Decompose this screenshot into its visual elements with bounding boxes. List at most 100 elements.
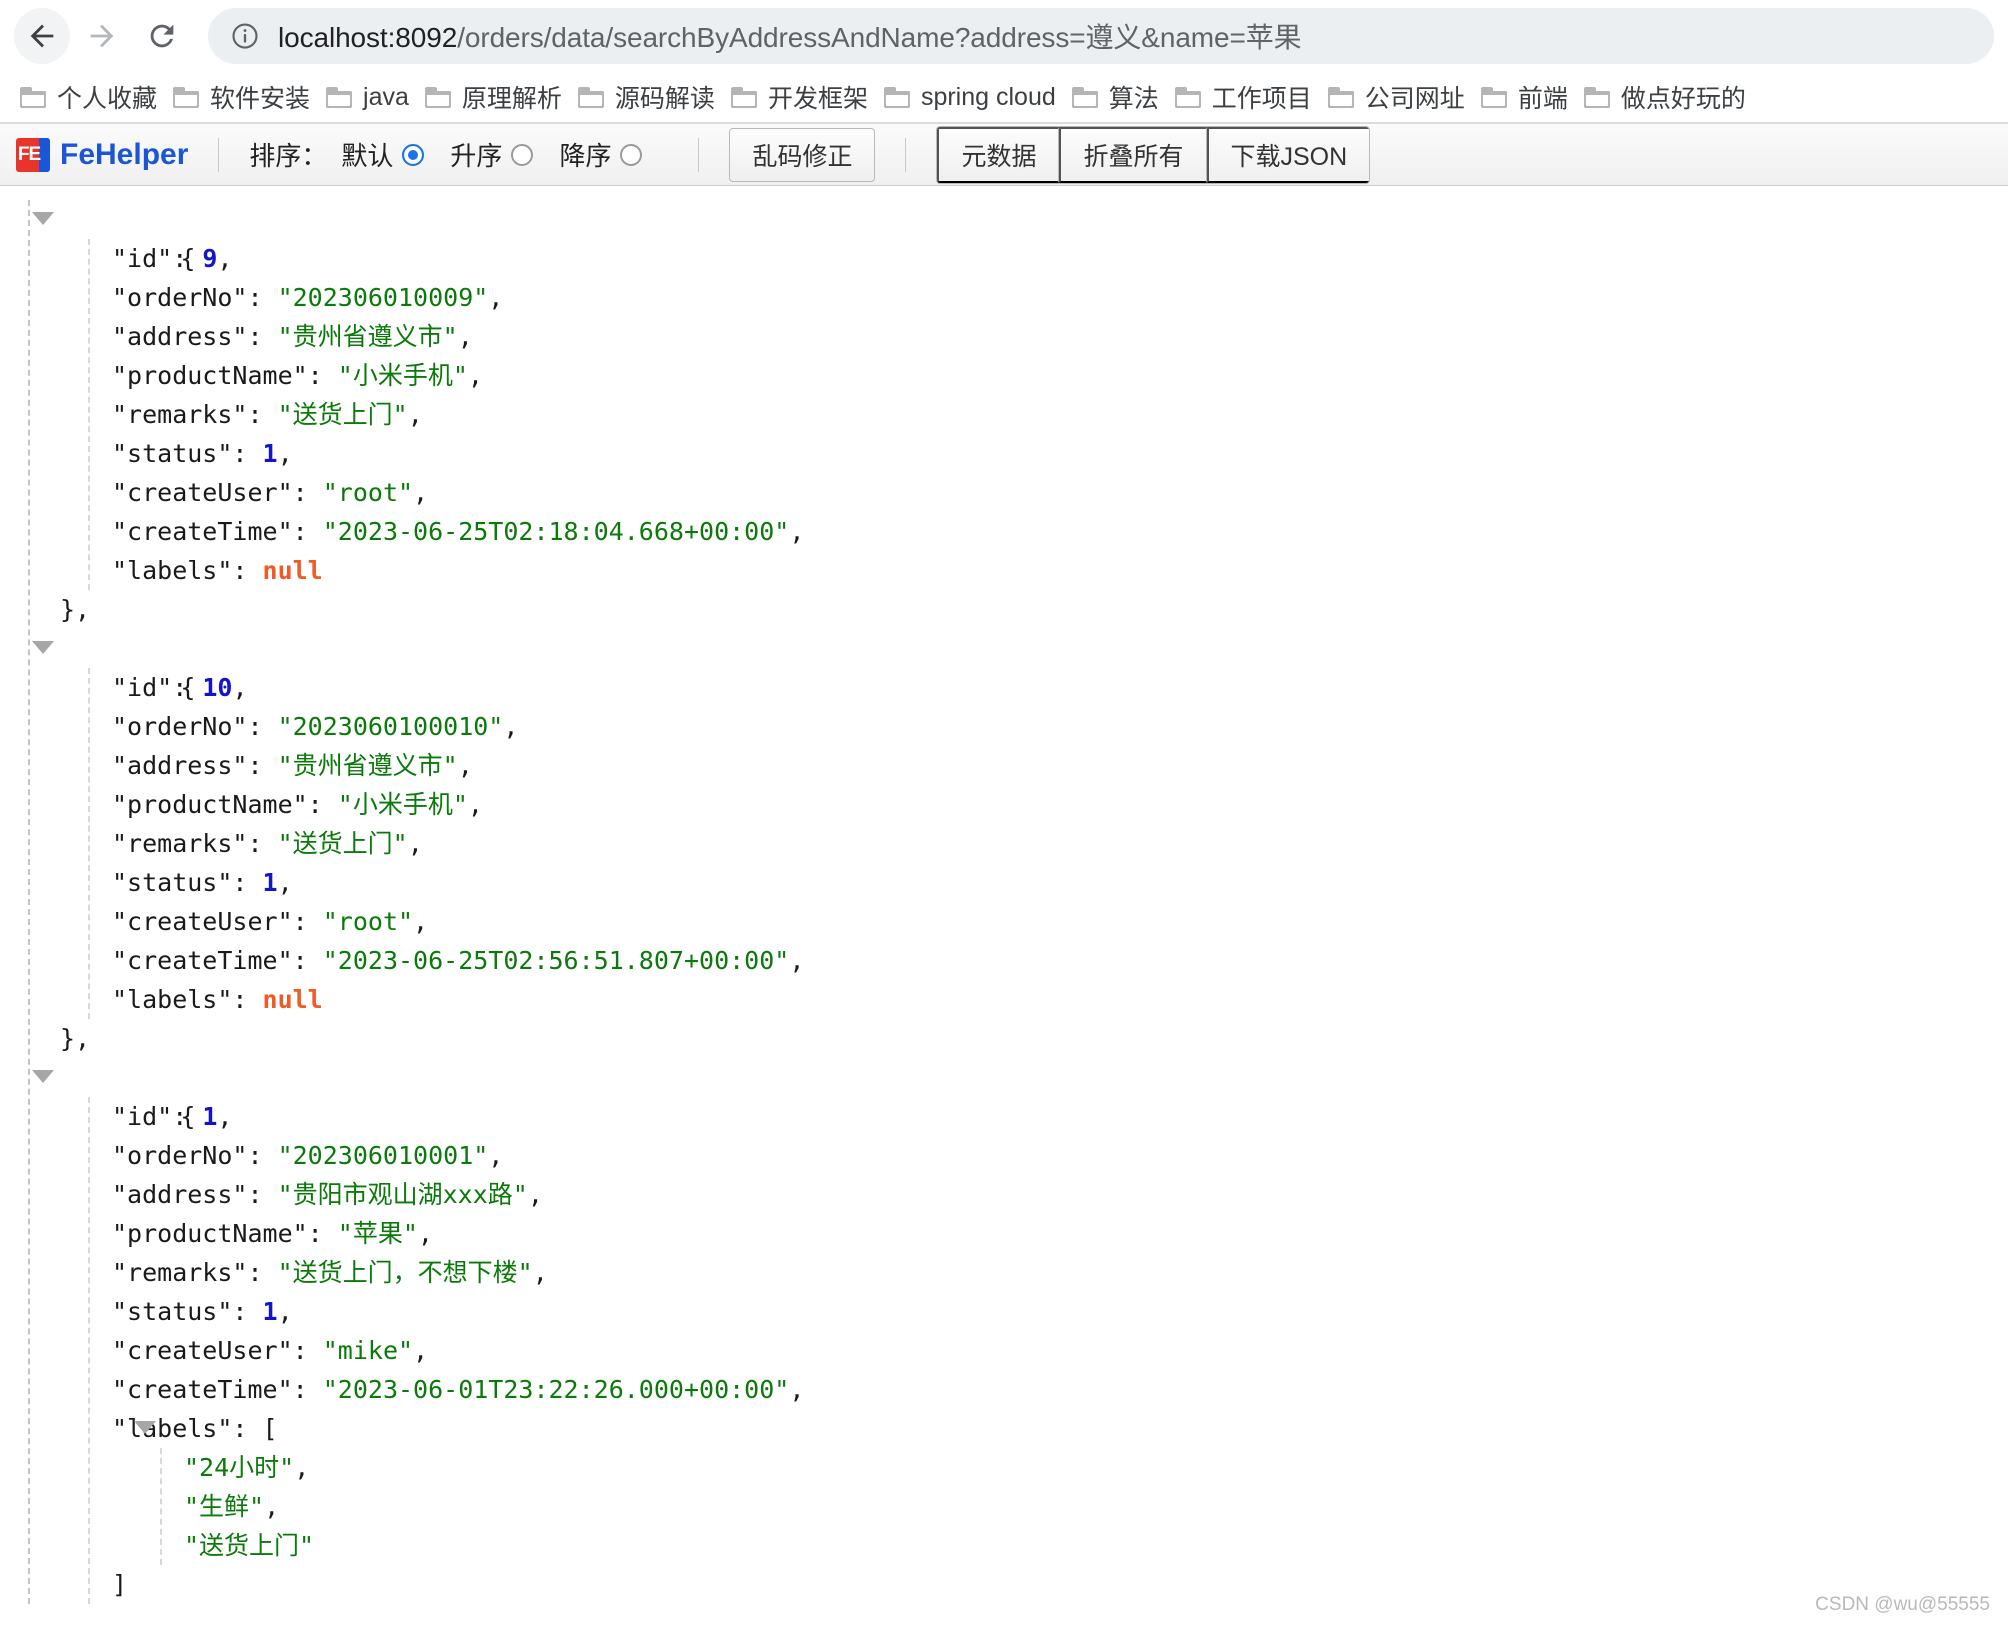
json-object-body: "id": 1, "orderNo": "202306010001", "add… [88,1097,2008,1604]
json-property-labels: "labels": null [112,556,323,585]
folder-icon [326,86,353,108]
folder-icon [173,86,200,108]
forward-button[interactable] [74,8,130,64]
bookmark-item[interactable]: 工作项目 [1169,75,1322,119]
json-property-createUser: "createUser": "root", [112,907,429,936]
collapse-triangle-icon[interactable] [32,212,54,225]
json-property-remarks: "remarks": "送货上门", [112,829,423,858]
bookmark-item[interactable]: java [320,79,419,116]
json-close-brace-line: }, [60,1024,91,1053]
bookmark-label: 个人收藏 [57,85,158,113]
radio-icon[interactable] [402,143,425,166]
bookmarks-bar: 个人收藏 软件安装 java 原理解析 源码解读 开发框架 spring clo… [0,72,2008,124]
bookmark-item[interactable]: spring cloud [878,79,1066,116]
watermark: CSDN @wu@55555 [1815,1594,1990,1615]
json-root: { "id": 9, "orderNo": "202306010009", "a… [28,200,2008,1604]
reload-button[interactable] [134,8,190,64]
sort-option-label: 升序 [450,141,503,171]
bookmark-label: java [363,82,409,111]
sort-option-default[interactable]: 默认 [341,136,425,173]
json-property-createUser: "createUser": "root", [112,478,429,507]
bookmark-item[interactable]: 公司网址 [1322,75,1475,119]
folder-icon [1583,86,1610,108]
browser-chrome: localhost:8092/orders/data/searchByAddre… [0,0,2008,124]
fehelper-toolbar: FE FeHelper 排序： 默认 升序 降序 乱码修正 元数据 折叠所有 下… [0,124,2008,186]
folder-icon [20,86,46,108]
folder-icon [1327,86,1354,108]
forward-arrow-icon [85,19,119,53]
bookmark-item[interactable]: 开发框架 [725,75,878,119]
json-property-address: "address": "贵阳市观山湖xxx路", [112,1180,543,1209]
collapse-triangle-icon[interactable] [32,1070,54,1083]
json-property-createTime: "createTime": "2023-06-25T02:18:04.668+0… [112,517,805,546]
folder-icon [1071,86,1098,108]
json-property-productName: "productName": "苹果", [112,1219,433,1248]
bookmark-label: 公司网址 [1364,85,1465,113]
json-property-status: "status": 1, [112,868,293,897]
json-property-labels: "labels": null [112,985,323,1014]
json-property-id: "id": 9, [112,244,233,273]
json-property-remarks: "remarks": "送货上门", [112,400,423,429]
json-array-item: "送货上门" [184,1531,315,1560]
json-property-address: "address": "贵州省遵义市", [112,751,473,780]
bookmark-item[interactable]: 做点好玩的 [1578,75,1756,119]
json-property-address: "address": "贵州省遵义市", [112,322,473,351]
collapse-triangle-icon[interactable] [32,641,54,654]
sort-option-label: 降序 [559,141,612,171]
json-property-orderNo: "orderNo": "202306010009", [112,283,504,312]
address-bar[interactable]: localhost:8092/orders/data/searchByAddre… [208,8,1994,64]
metadata-button[interactable]: 元数据 [937,126,1060,183]
bookmark-label: 软件安装 [210,85,311,113]
json-property-status: "status": 1, [112,1297,293,1326]
toolbar-divider [905,137,907,172]
bookmark-label: 工作项目 [1211,85,1312,113]
folder-icon [1480,86,1507,108]
folder-icon [577,86,604,108]
site-info-icon[interactable] [230,21,260,51]
collapse-triangle-icon[interactable] [134,1421,156,1434]
folder-icon [883,86,910,108]
json-object-body: "id": 9, "orderNo": "202306010009", "add… [88,239,2008,590]
bookmark-label: 做点好玩的 [1620,85,1746,113]
json-close-brace-line: }, [60,595,91,624]
folder-icon [730,86,757,108]
bookmark-item[interactable]: 算法 [1066,75,1169,119]
browser-toolbar: localhost:8092/orders/data/searchByAddre… [0,0,2008,72]
sort-option-desc[interactable]: 降序 [559,136,643,173]
radio-icon[interactable] [511,143,534,166]
json-array-item: "生鲜", [184,1492,280,1521]
json-viewer[interactable]: { "id": 9, "orderNo": "202306010009", "a… [0,186,2008,1626]
collapse-all-button[interactable]: 折叠所有 [1059,126,1207,183]
sort-option-asc[interactable]: 升序 [450,136,534,173]
bookmark-item[interactable]: 个人收藏 [14,75,167,119]
json-property-orderNo: "orderNo": "2023060100010", [112,712,519,741]
json-open-brace-line: { [32,1058,2008,1131]
bookmark-item[interactable]: 源码解读 [572,75,725,119]
bookmark-label: 源码解读 [614,85,715,113]
json-object: { "id": 9, "orderNo": "202306010009", "a… [32,200,2008,629]
json-property-createTime: "createTime": "2023-06-25T02:56:51.807+0… [112,946,805,975]
json-array-close-line: ] [112,1570,128,1599]
download-json-button[interactable]: 下载JSON [1206,126,1370,183]
toolbar-divider [698,137,700,172]
json-property-productName: "productName": "小米手机", [112,361,483,390]
bookmark-label: spring cloud [920,82,1056,111]
json-open-brace-line: { [32,200,2008,273]
url-path: /orders/data/searchByAddressAndName?addr… [457,22,1302,53]
radio-icon[interactable] [620,143,643,166]
bookmark-item[interactable]: 软件安装 [167,75,320,119]
json-array-item: "24小时", [184,1453,310,1482]
bookmark-label: 算法 [1108,85,1159,113]
fehelper-brand-label: FeHelper [60,137,189,171]
bookmark-item[interactable]: 原理解析 [419,75,572,119]
toolbar-divider [218,137,220,172]
json-property-id: "id": 1, [112,1102,233,1131]
fehelper-logo-text: FE [17,143,41,165]
json-object: { "id": 1, "orderNo": "202306010001", "a… [32,1058,2008,1604]
bookmark-item[interactable]: 前端 [1475,75,1578,119]
sort-option-label: 默认 [341,141,394,171]
fix-encoding-button[interactable]: 乱码修正 [729,127,876,182]
fehelper-logo[interactable]: FE FeHelper [16,137,189,172]
back-arrow-icon [25,19,59,53]
back-button[interactable] [14,8,70,64]
